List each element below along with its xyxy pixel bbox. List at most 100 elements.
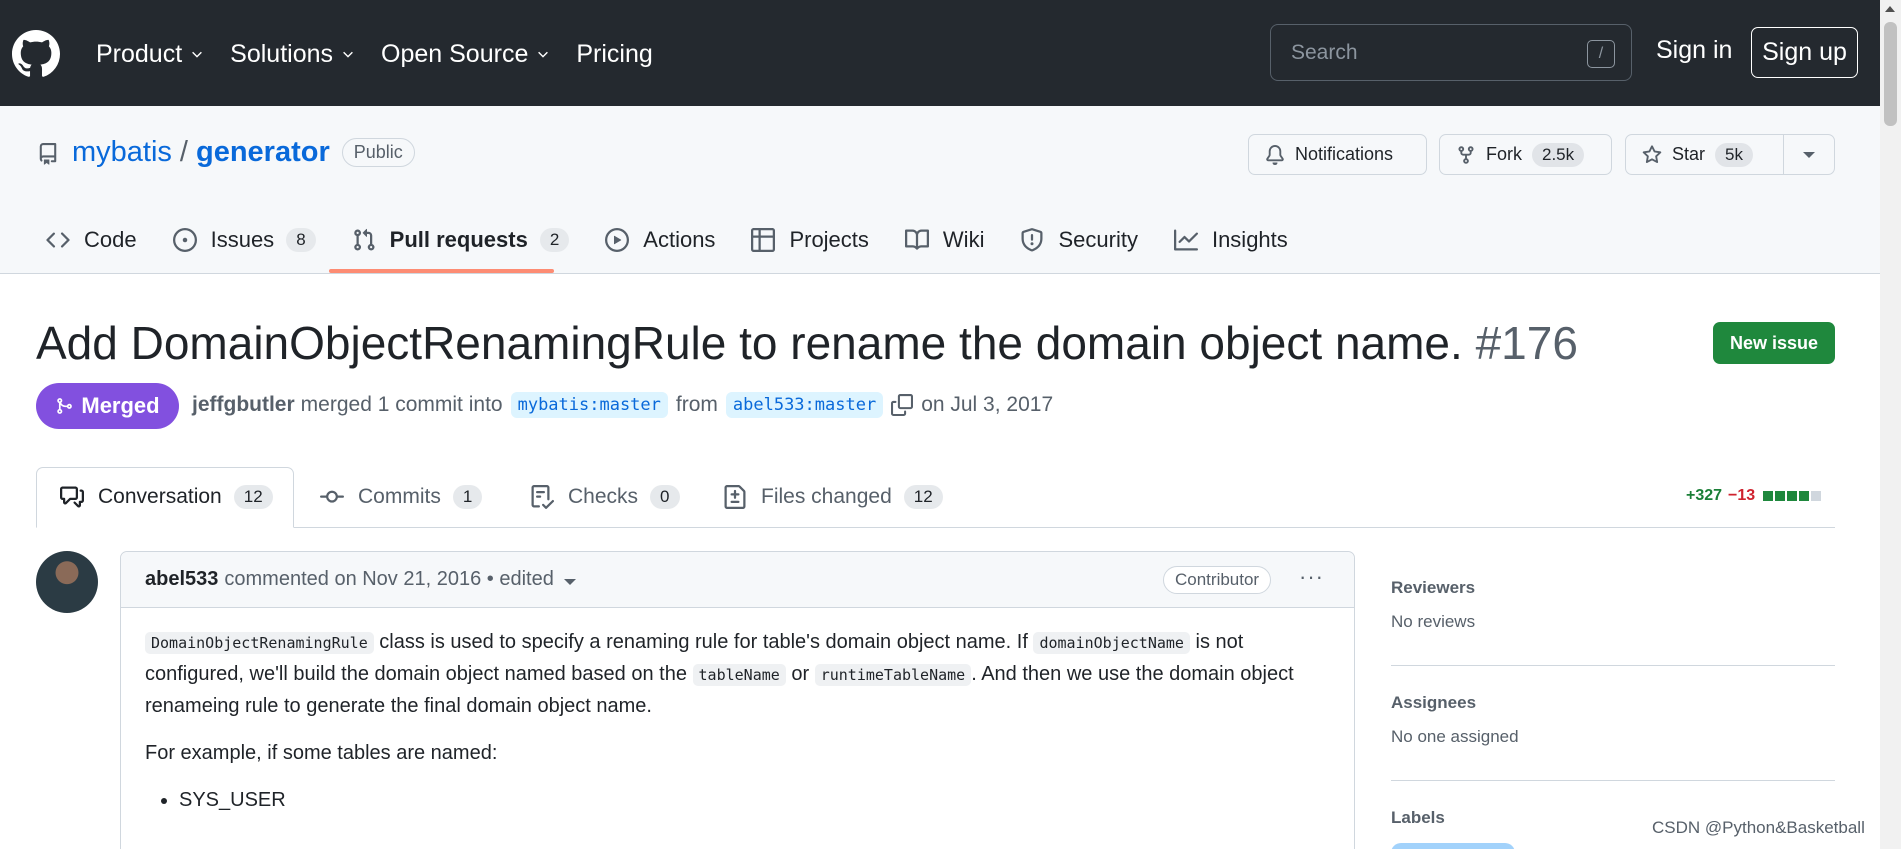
base-branch-link[interactable]: mybatis:master (510, 392, 668, 418)
pr-merger-link[interactable]: jeffgbutler (192, 393, 295, 417)
pr-tabs-divider (36, 527, 1835, 528)
tab-issues-label: Issues (210, 227, 275, 252)
inline-code: DomainObjectRenamingRule (145, 632, 374, 654)
sidebar-reviewers-value: No reviews (1391, 612, 1476, 631)
head-branch-link[interactable]: abel533:master (725, 392, 884, 418)
star-label: Star (1672, 144, 1706, 164)
search-placeholder: Search (1291, 40, 1358, 64)
github-logo-icon[interactable] (12, 30, 60, 78)
caret-down-icon (1803, 151, 1815, 158)
tab-insights-label: Insights (1211, 227, 1288, 252)
pr-tab-checks-label: Checks (568, 485, 639, 508)
nav-pricing-label: Pricing (576, 39, 653, 68)
contributor-badge: Contributor (1163, 566, 1272, 594)
pr-tab-files-changed-count: 12 (903, 485, 943, 509)
pr-tab-conversation[interactable]: Conversation 12 (60, 485, 273, 509)
tab-projects[interactable]: Projects (751, 218, 869, 262)
diffstat-block (1787, 491, 1798, 501)
scroll-up-arrow-icon[interactable] (1885, 6, 1895, 12)
diffstat-block (1763, 491, 1774, 501)
copy-icon[interactable] (891, 394, 914, 416)
list-item: SYS_USER (179, 785, 1325, 816)
scrollbar-track[interactable] (1880, 0, 1901, 849)
nav-open-source[interactable]: Open Source (381, 34, 550, 74)
fork-button[interactable]: Fork 2.5k (1439, 134, 1612, 175)
fork-count: 2.5k (1532, 142, 1585, 167)
sign-up-button[interactable]: Sign up (1751, 27, 1858, 78)
shield-icon (1021, 228, 1043, 252)
sidebar-assignees-value: No one assigned (1391, 727, 1519, 746)
inline-code: runtimeTableName (814, 664, 972, 686)
comment-header: abel533 commented on Nov 21, 2016 • edit… (121, 552, 1354, 608)
comment-author-link[interactable]: abel533 (145, 568, 218, 591)
top-nav: Product Solutions Open Source Pricing (96, 34, 679, 74)
star-button[interactable]: Star 5k (1626, 135, 1784, 174)
tab-pull-requests-label: Pull requests (389, 227, 528, 252)
tab-pull-requests-count: 2 (539, 228, 570, 252)
play-icon (605, 228, 630, 252)
tab-projects-label: Projects (789, 227, 869, 252)
tab-code-label: Code (84, 227, 137, 252)
tab-actions-label: Actions (643, 227, 716, 252)
chevron-down-icon (343, 51, 353, 58)
tab-code[interactable]: Code (46, 218, 137, 262)
tab-issues[interactable]: Issues 8 (172, 218, 316, 262)
star-dropdown-button[interactable] (1784, 151, 1834, 158)
search-input[interactable]: Search / (1270, 24, 1632, 81)
sign-in-link[interactable]: Sign in (1656, 36, 1732, 65)
comment-author-line: abel533 commented on Nov 21, 2016 • edit… (145, 568, 576, 591)
tab-insights[interactable]: Insights (1173, 218, 1288, 262)
kebab-menu-icon[interactable]: ··· (1299, 564, 1324, 590)
notifications-button[interactable]: Notifications (1248, 134, 1427, 175)
tab-wiki[interactable]: Wiki (904, 218, 985, 262)
tab-security[interactable]: Security (1020, 218, 1138, 262)
commit-icon (320, 490, 344, 503)
repo-title: mybatis / generator Public (72, 136, 415, 169)
scrollbar-thumb[interactable] (1884, 22, 1897, 126)
tab-pull-requests[interactable]: Pull requests 2 (352, 218, 570, 262)
caret-down-icon[interactable] (563, 578, 576, 585)
chevron-down-icon (192, 51, 203, 58)
pr-tab-files-changed[interactable]: Files changed 12 (723, 485, 943, 509)
repo-name-link[interactable]: generator (196, 136, 330, 169)
nav-solutions-label: Solutions (230, 39, 334, 68)
comment-paragraph: For example, if some tables are named: (145, 742, 498, 764)
diffstat-block (1775, 491, 1786, 501)
repo-owner-link[interactable]: mybatis (72, 136, 172, 169)
comment-body: DomainObjectRenamingRule class is used t… (145, 627, 1325, 816)
nav-pricing[interactable]: Pricing (576, 34, 652, 74)
pr-tab-checks[interactable]: Checks 0 (530, 485, 680, 509)
file-diff-icon (724, 485, 746, 509)
global-header: Product Solutions Open Source Pricing Se… (0, 0, 1880, 106)
repo-tabs: Code Issues 8 Pull requests 2 Actions Pr… (46, 218, 1324, 262)
nav-product[interactable]: Product (96, 34, 204, 74)
nav-solutions[interactable]: Solutions (230, 34, 355, 74)
label-chip[interactable] (1391, 843, 1515, 849)
pr-tab-conversation-count: 12 (233, 485, 273, 509)
issue-icon (172, 228, 197, 252)
pr-tab-commits[interactable]: Commits 1 (320, 485, 483, 509)
merged-state-badge: Merged (36, 383, 179, 429)
merged-state-label: Merged (81, 393, 160, 418)
tab-wiki-label: Wiki (942, 227, 985, 252)
merge-icon (57, 398, 73, 414)
inline-code: tableName (692, 664, 786, 686)
comment-list: SYS_USER (145, 785, 1325, 816)
avatar[interactable] (36, 551, 98, 613)
checklist-icon (531, 485, 554, 509)
new-issue-button[interactable]: New issue (1713, 322, 1835, 364)
sidebar-assignees: Assignees No one assigned (1391, 693, 1835, 747)
sidebar-divider (1391, 780, 1835, 781)
repo-separator: / (179, 136, 188, 168)
pr-tab-files-changed-label: Files changed (761, 485, 892, 508)
tab-actions[interactable]: Actions (605, 218, 715, 262)
comment-meta[interactable]: commented on Nov 21, 2016 • edited (224, 568, 553, 591)
tab-security-label: Security (1058, 227, 1138, 252)
sidebar-assignees-heading: Assignees (1391, 693, 1477, 712)
fork-icon (1458, 145, 1474, 164)
table-icon (751, 228, 776, 252)
book-icon (904, 229, 929, 250)
repo-icon (39, 143, 57, 165)
pr-meta: jeffgbutler merged 1 commit into mybatis… (192, 392, 1053, 418)
nav-product-label: Product (96, 39, 183, 68)
